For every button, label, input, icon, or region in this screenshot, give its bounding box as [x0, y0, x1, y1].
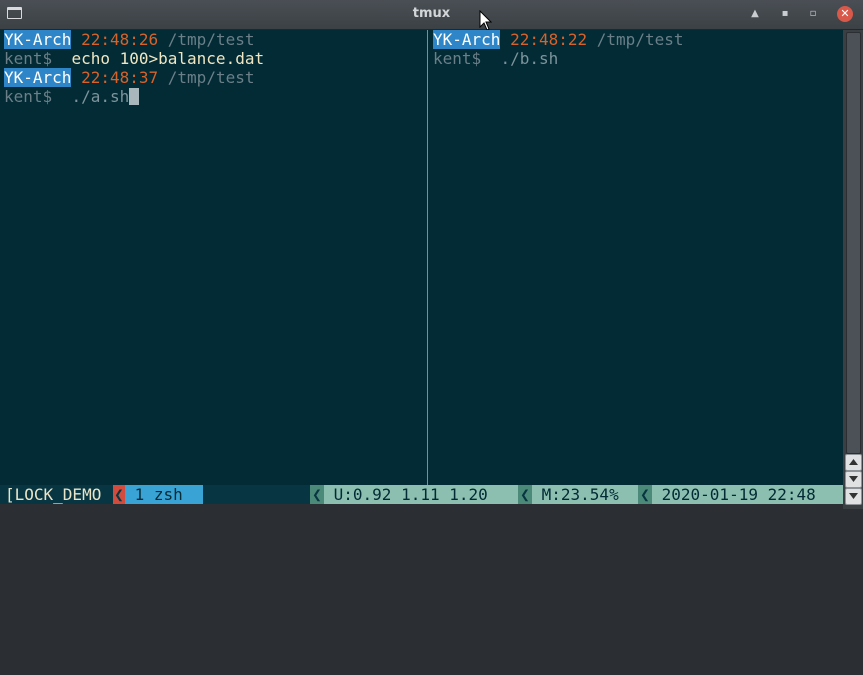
right-pane[interactable]: YK-Arch 22:48:22 /tmp/test kent$ ./b.sh	[428, 30, 843, 485]
command-text: echo 100>balance.dat	[71, 49, 265, 68]
maximize-button[interactable]: ▫	[805, 6, 821, 22]
close-button[interactable]: ✕	[837, 6, 853, 22]
prompt-line: YK-Arch 22:48:37 /tmp/test	[4, 68, 254, 87]
prompt-path: /tmp/test	[596, 30, 684, 49]
prompt-time: 22:48:37	[81, 68, 159, 87]
command-line[interactable]: kent$ ./a.sh	[4, 87, 140, 106]
prompt-user: kent$	[433, 49, 482, 68]
text-cursor	[129, 88, 140, 105]
separator-arrow-icon: ❮	[638, 485, 652, 504]
terminal-area[interactable]: YK-Arch 22:48:26 /tmp/test kent$ echo 10…	[0, 30, 843, 485]
arrow-down-icon	[849, 493, 858, 499]
arrow-up-icon	[849, 459, 858, 465]
left-pane[interactable]: YK-Arch 22:48:26 /tmp/test kent$ echo 10…	[0, 30, 427, 485]
shade-button[interactable]: ▲	[747, 6, 763, 22]
command-text: ./a.sh	[71, 87, 130, 106]
command-line: kent$ ./b.sh	[433, 49, 558, 68]
scroll-down-button-2[interactable]	[845, 488, 862, 505]
window-tab-zsh[interactable]: 1 zsh	[125, 485, 203, 504]
prompt-line: YK-Arch 22:48:26 /tmp/test	[4, 30, 254, 49]
arrow-down-icon	[849, 476, 858, 482]
prompt-path: /tmp/test	[167, 30, 255, 49]
prompt-time: 22:48:22	[510, 30, 588, 49]
vertical-scrollbar[interactable]	[843, 30, 863, 509]
hostname: YK-Arch	[4, 30, 72, 49]
mouse-pointer-icon	[479, 10, 493, 31]
prompt-user: kent$	[4, 87, 53, 106]
prompt-time: 22:48:26	[81, 30, 159, 49]
window-title: tmux	[412, 6, 451, 21]
hostname: YK-Arch	[433, 30, 501, 49]
status-datetime: 2020-01-19 22:48	[652, 485, 843, 504]
memory-usage: M:23.54%	[532, 485, 638, 504]
separator-arrow-icon: ❮	[310, 485, 324, 504]
window-titlebar[interactable]: tmux ▲ ▪ ▫ ✕	[0, 0, 863, 31]
prompt-path: /tmp/test	[167, 68, 255, 87]
minimize-button[interactable]: ▪	[777, 6, 793, 22]
prompt-user: kent$	[4, 49, 53, 68]
scroll-up-button[interactable]	[845, 454, 862, 471]
scroll-track[interactable]	[846, 32, 861, 454]
prompt-line: YK-Arch 22:48:22 /tmp/test	[433, 30, 683, 49]
tmux-status-bar: [LOCK_DEMO ❮ 1 zsh ❮ U:0.92 1.11 1.20 ❮ …	[0, 485, 843, 504]
command-text: ./b.sh	[500, 49, 559, 68]
scroll-down-button[interactable]	[845, 471, 862, 488]
separator-arrow-icon: ❮	[518, 485, 532, 504]
load-average: U:0.92 1.11 1.20	[324, 485, 518, 504]
hostname: YK-Arch	[4, 68, 72, 87]
command-line: kent$ echo 100>balance.dat	[4, 49, 264, 68]
window-bottom-border	[0, 504, 843, 509]
session-name[interactable]: [LOCK_DEMO	[0, 485, 103, 504]
separator-arrow-icon: ❮	[113, 485, 125, 504]
